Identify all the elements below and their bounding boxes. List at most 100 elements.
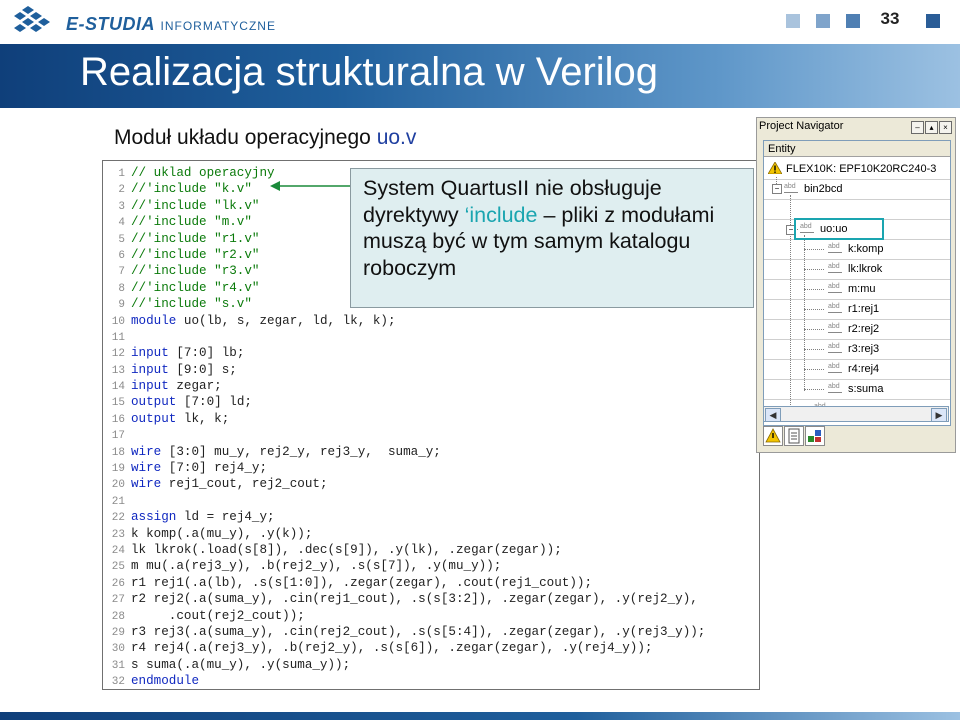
line-number: 11 [111,331,125,344]
entity-icon: abd [784,183,800,195]
line-number: 13 [111,364,125,377]
warning-icon [767,161,783,175]
tree-connector [804,235,805,391]
line-number: 31 [111,659,125,672]
code-line: 14 input zegar; [103,378,759,394]
line-number: 10 [111,315,125,328]
tree-connector [804,329,824,330]
code-keyword: input [131,362,169,377]
code-text: //'include "r1.v" [131,231,260,246]
line-number: 29 [111,626,125,639]
code-keyword: wire [131,477,162,492]
tree-connector [804,289,824,290]
line-number: 21 [111,495,125,508]
restore-button[interactable]: ▴ [925,121,938,134]
code-keyword: output [131,411,177,426]
code-text: r3 rej3(.a(suma_y), .cin(rej2_cout), .s(… [131,624,706,639]
code-line: 17 [103,427,759,443]
code-text: zegar; [168,379,222,394]
line-number: 15 [111,397,125,410]
tree-item-child[interactable]: abd lk:lkrok [804,259,883,279]
code-text: [7:0] lb; [168,346,245,361]
code-line: 30 r4 rej4(.a(rej3_y), .b(rej2_y), .s(s[6… [103,640,759,656]
code-text: //'include "s.v" [131,297,252,312]
tree-item-bin2bcd[interactable]: abd bin2bcd [784,179,843,199]
tab-design-units[interactable] [805,426,825,446]
selection-highlight [794,218,884,240]
tree-item-child[interactable]: abd s:suma [804,379,884,399]
tree-item-label: r2:rej2 [848,323,880,335]
code-text: k komp(.a(mu_y), .y(k)); [131,526,313,541]
project-navigator: Project Navigator – ▴ × Entity − − FLEX1… [756,117,956,453]
tree-item-label: r1:rej1 [848,303,880,315]
tab-files[interactable] [784,426,804,446]
code-line: 15 output [7:0] ld; [103,394,759,410]
entity-icon: abd [828,363,844,375]
code-text: m mu(.a(rej3_y), .b(rej2_y), .s(s[7]), .… [131,559,502,574]
code-line: 11 [103,329,759,345]
code-line: 13 input [9:0] s; [103,362,759,378]
code-text: lk, k; [176,411,230,426]
code-line: 27 r2 rej2(.a(suma_y), .cin(rej1_cout), .… [103,591,759,607]
entity-icon-label: abd [828,243,840,251]
scroll-right-icon[interactable]: ▶ [931,408,947,422]
horizontal-scrollbar[interactable]: ◀ ▶ [763,406,949,422]
line-number: 4 [118,217,125,230]
close-button[interactable]: × [939,121,952,134]
tree-item-label: k:komp [848,243,884,255]
line-number: 32 [111,676,125,689]
callout-arrow-icon [270,181,352,191]
tree-item-child[interactable]: abd r3:rej3 [804,339,879,359]
callout-text: System QuartusII nie obsługuje dyrektywy… [363,175,747,281]
subtitle-file: uo.v [376,126,417,149]
tree-item-label: lk:lkrok [848,263,883,275]
tree-item-label: m:mu [848,283,876,295]
tree-item-child[interactable]: abd r1:rej1 [804,299,880,319]
entity-icon-label: abd [828,343,840,351]
logo-main: E-STUDIA [66,14,155,34]
pin-button[interactable]: – [911,121,924,134]
line-number: 18 [111,446,125,459]
device-row[interactable]: FLEX10K: EPF10K20RC240-3 [767,159,936,179]
code-text: //'include "k.v" [131,182,252,197]
line-number: 8 [118,282,125,295]
tab-hierarchy[interactable] [763,426,783,446]
entity-icon: abd [828,323,844,335]
tree-item-child[interactable]: abd k:komp [804,239,884,259]
line-number: 25 [111,561,125,574]
code-line: 26 r1 rej1(.a(lb), .s(s[1:0]), .zegar(zeg… [103,575,759,591]
header-square-2 [816,14,830,28]
callout-highlight: ‘include [464,202,538,227]
code-line: 29 r3 rej3(.a(suma_y), .cin(rej2_cout), .… [103,624,759,640]
code-text: //'include "lk.v" [131,198,260,213]
entity-icon: abd [828,243,844,255]
line-number: 5 [118,233,125,246]
line-number: 16 [111,413,125,426]
code-line: 23 k komp(.a(mu_y), .y(k)); [103,526,759,542]
entity-icon-label: abd [828,383,840,391]
collapse-icon[interactable]: − [772,184,782,194]
code-text: rej1_cout, rej2_cout; [161,477,328,492]
tree-item-label: bin2bcd [804,183,843,195]
line-number: 3 [118,200,125,213]
entity-icon-label: abd [784,183,796,191]
code-line: 24 lk lkrok(.load(s[8]), .dec(s[9]), .y(l… [103,542,759,558]
scroll-left-icon[interactable]: ◀ [765,408,781,422]
bottom-bar [0,712,960,720]
code-line: 10 module uo(lb, s, zegar, ld, lk, k); [103,313,759,329]
tree-item-child[interactable]: abd r4:rej4 [804,359,879,379]
entity-icon-label: abd [828,363,840,371]
tree-connector [804,389,824,390]
line-number: 27 [111,594,125,607]
code-text: [7:0] ld; [176,395,252,410]
code-keyword: module [131,313,177,328]
column-header-entity[interactable]: Entity [764,141,950,157]
entity-icon-label: abd [828,283,840,291]
code-keyword: assign [131,510,177,525]
line-number: 7 [118,266,125,279]
tree-item-label: s:suma [848,383,884,395]
tree-item-child[interactable]: abd r2:rej2 [804,319,880,339]
tree-item-child[interactable]: abd m:mu [804,279,876,299]
line-number: 12 [111,348,125,361]
line-number: 2 [118,184,125,197]
